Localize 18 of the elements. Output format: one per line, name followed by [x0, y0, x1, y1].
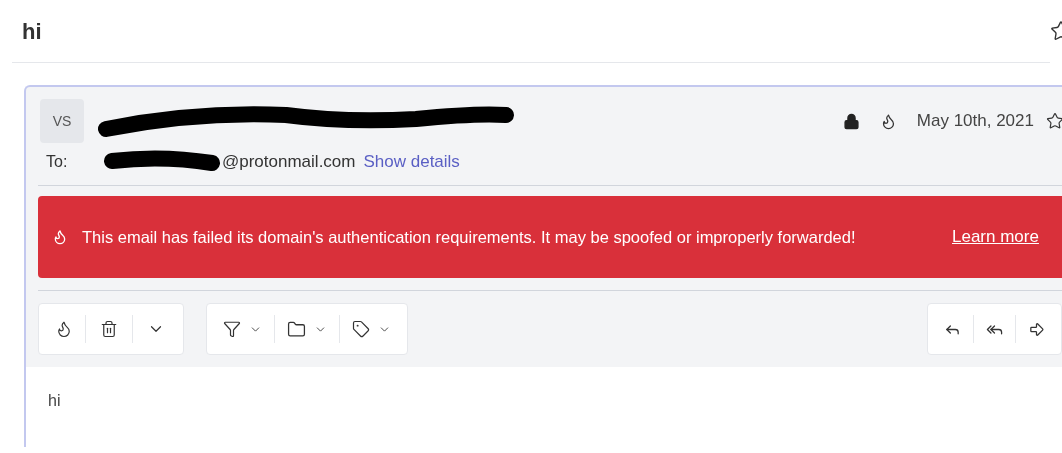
lock-icon: [842, 112, 860, 130]
tag-icon: [352, 320, 370, 338]
recipient-address: @protonmail.com: [222, 151, 356, 174]
show-details-link[interactable]: Show details: [363, 149, 460, 175]
warning-text: This email has failed its domain's authentication requirements. It may be spoofed or improperly forwarded!: [82, 227, 857, 248]
forward-icon: [1028, 320, 1045, 338]
message-body: hi: [48, 391, 62, 411]
sender-avatar: VS: [40, 99, 84, 143]
trash-icon: [100, 320, 118, 338]
email-subject: hi: [22, 17, 42, 46]
filter-icon: [223, 320, 241, 338]
message-date: May 10th, 2021: [916, 110, 1034, 133]
to-label: To:: [46, 152, 69, 172]
folder-icon: [287, 319, 306, 339]
learn-more-link[interactable]: Learn more: [952, 224, 1039, 250]
fire-icon: [52, 229, 68, 245]
fire-icon: [55, 320, 73, 338]
star-icon[interactable]: [1046, 112, 1062, 130]
